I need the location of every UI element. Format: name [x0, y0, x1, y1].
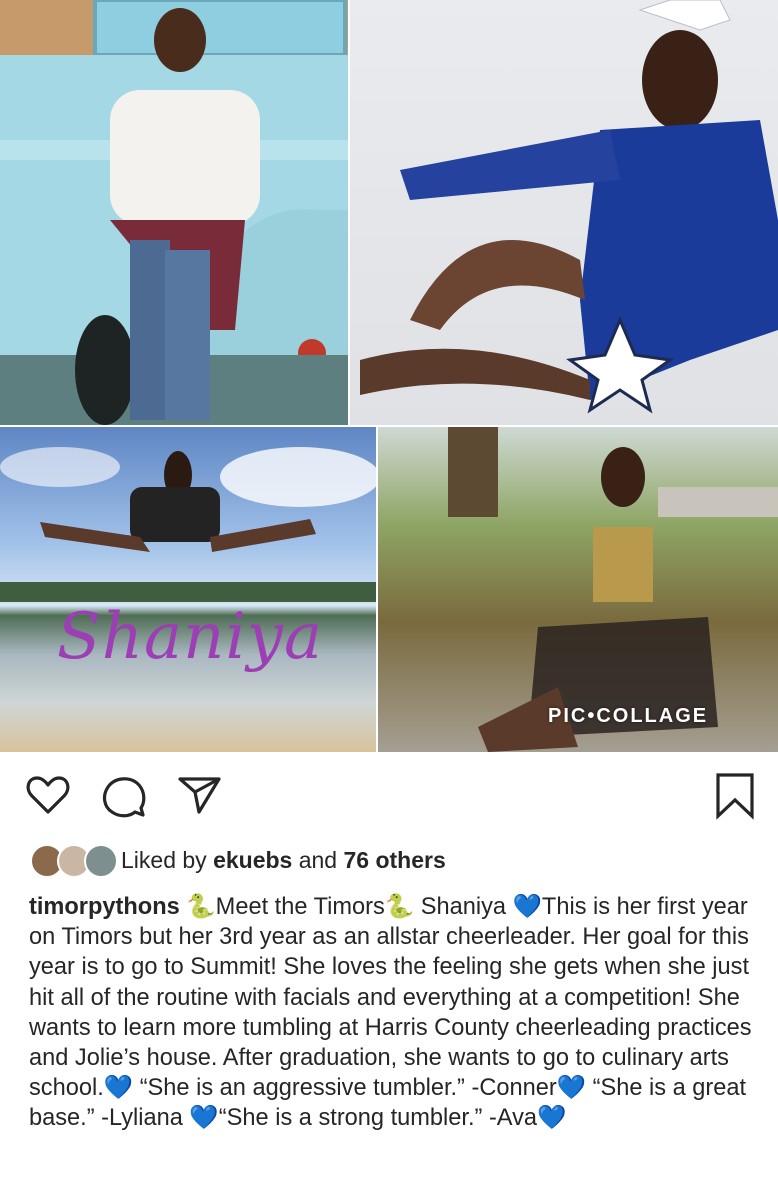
- send-icon[interactable]: [177, 774, 223, 821]
- collage-photo-cheer-uniform: [350, 0, 778, 425]
- pic-collage-watermark: PIC•COLLAGE: [548, 705, 709, 727]
- likes-count[interactable]: 76 others: [343, 847, 445, 873]
- cheerleader-illustration: [360, 0, 778, 414]
- collage-photo-lake-jump: Shaniya: [0, 427, 376, 752]
- caption-text: 🐍Meet the Timors🐍 Shaniya 💙This is her f…: [29, 894, 752, 1132]
- post-image-collage[interactable]: Shaniya PIC•COLLAGE: [0, 0, 778, 752]
- post-action-bar: [0, 752, 778, 842]
- caption-username[interactable]: timorpythons: [29, 894, 180, 920]
- liker-username[interactable]: ekuebs: [213, 847, 292, 873]
- heart-icon[interactable]: [25, 774, 71, 821]
- bookmark-icon[interactable]: [715, 772, 755, 825]
- likes-summary[interactable]: Liked by ekuebs and 76 others: [30, 840, 446, 880]
- collage-photo-formal: PIC•COLLAGE: [378, 427, 778, 752]
- comment-icon[interactable]: [101, 774, 147, 823]
- post-caption: timorpythons 🐍Meet the Timors🐍 Shaniya 💙…: [29, 892, 754, 1134]
- formal-illustration: [448, 427, 778, 752]
- liker-avatars: [30, 842, 118, 878]
- jump-illustration: [0, 447, 376, 602]
- name-overlay: Shaniya: [56, 600, 324, 674]
- avatar: [84, 844, 118, 878]
- liked-by-text: Liked by ekuebs and 76 others: [121, 846, 446, 873]
- truck-illustration: [0, 0, 348, 425]
- collage-photo-truck: [0, 0, 348, 425]
